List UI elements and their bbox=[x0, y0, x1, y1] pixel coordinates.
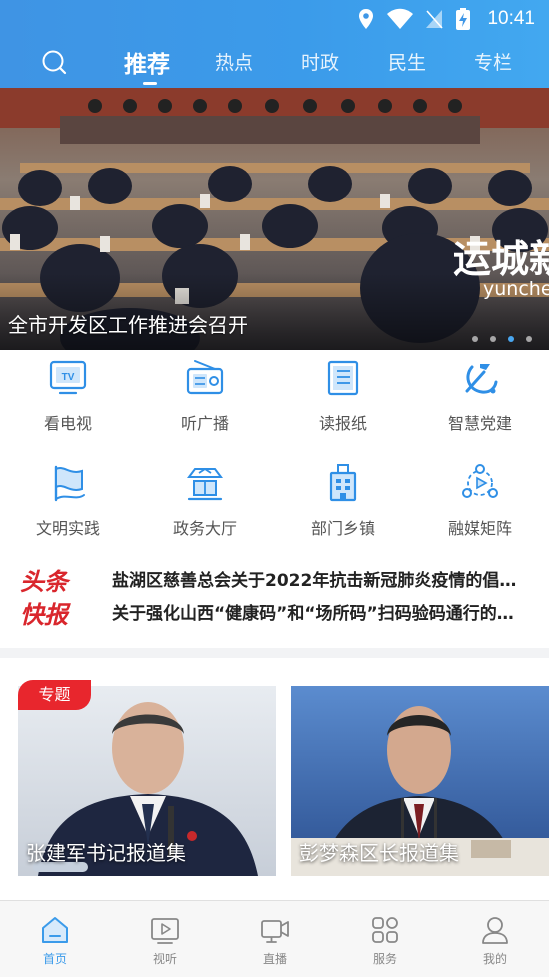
services-grid-icon bbox=[372, 917, 398, 943]
radio-icon bbox=[186, 360, 224, 395]
location-icon bbox=[359, 9, 373, 29]
home-icon bbox=[42, 917, 68, 943]
tab-hot[interactable]: 热点 bbox=[215, 48, 253, 75]
app-screen: 10:41 推荐 热点 时政 民生 专栏 运城新 yunche 全市开发区工作推… bbox=[0, 0, 549, 977]
card-title: 张建军书记报道集 bbox=[26, 841, 186, 865]
media-matrix-icon bbox=[462, 464, 498, 498]
bottom-navigation: 首页 视听 直播 服务 我的 bbox=[0, 900, 549, 977]
profile-icon bbox=[482, 917, 508, 944]
party-emblem-icon bbox=[465, 364, 498, 394]
search-icon bbox=[42, 50, 67, 75]
banner-carousel[interactable]: 运城新 yunche 全市开发区工作推进会召开 bbox=[0, 88, 549, 350]
service-tv[interactable]: TV 看电视 bbox=[4, 358, 124, 438]
nav-home[interactable]: 首页 bbox=[0, 901, 110, 977]
carousel-dot bbox=[526, 336, 532, 342]
top-header: 10:41 推荐 热点 时政 民生 专栏 bbox=[0, 0, 549, 88]
no-signal-icon bbox=[426, 10, 443, 29]
service-media-matrix[interactable]: 融媒矩阵 bbox=[416, 463, 536, 543]
topic-card[interactable]: 张建军书记报道集 bbox=[18, 686, 276, 876]
video-play-icon bbox=[151, 918, 179, 944]
service-government-hall[interactable]: 政务大厅 bbox=[141, 463, 261, 543]
nav-live[interactable]: 直播 bbox=[220, 901, 330, 977]
service-label: 政务大厅 bbox=[172, 519, 237, 538]
service-label: 融媒矩阵 bbox=[447, 519, 512, 538]
carousel-dot bbox=[472, 336, 478, 342]
service-label: 看电视 bbox=[43, 414, 92, 433]
section-divider bbox=[0, 648, 549, 658]
nav-label: 服务 bbox=[372, 952, 397, 966]
battery-charging-icon bbox=[456, 8, 470, 30]
svg-text:TV: TV bbox=[62, 372, 75, 383]
topic-badge: 专题 bbox=[18, 680, 91, 710]
tab-livelihood[interactable]: 民生 bbox=[388, 48, 426, 75]
tab-recommend[interactable]: 推荐 bbox=[124, 45, 170, 79]
service-label: 听广播 bbox=[180, 414, 229, 433]
nav-label: 视听 bbox=[152, 952, 177, 966]
search-button[interactable] bbox=[38, 48, 72, 78]
carousel-dot bbox=[490, 336, 496, 342]
active-tab-indicator bbox=[143, 82, 157, 85]
nav-label: 我的 bbox=[482, 952, 507, 966]
banner-caption: 全市开发区工作推进会召开 bbox=[8, 313, 248, 337]
service-label: 文明实践 bbox=[35, 519, 100, 538]
tab-column[interactable]: 专栏 bbox=[474, 48, 512, 75]
headlines-logo-top: 头条 bbox=[20, 568, 68, 596]
nav-label: 首页 bbox=[42, 952, 67, 966]
nav-services[interactable]: 服务 bbox=[330, 901, 440, 977]
nav-profile[interactable]: 我的 bbox=[440, 901, 549, 977]
flag-icon bbox=[54, 465, 85, 502]
headlines-logo-bottom: 快报 bbox=[20, 601, 68, 629]
topic-card[interactable]: 彭梦森区长报道集 bbox=[291, 686, 549, 876]
status-time: 10:41 bbox=[487, 8, 535, 29]
headline-item[interactable]: 盐湖区慈善总会关于2022年抗击新冠肺炎疫情的倡议书 bbox=[112, 566, 530, 591]
government-hall-icon bbox=[187, 467, 223, 501]
nav-label: 直播 bbox=[262, 952, 287, 966]
banner-watermark: 运城新 bbox=[453, 237, 549, 281]
headlines-logo: 头条 快报 bbox=[20, 562, 90, 629]
service-label: 部门乡镇 bbox=[310, 519, 375, 538]
status-bar: 10:41 bbox=[0, 0, 549, 38]
service-radio[interactable]: 听广播 bbox=[141, 358, 261, 438]
headline-item[interactable]: 关于强化山西“健康码”和“场所码”扫码验码通行的通告 bbox=[112, 599, 530, 624]
tv-icon: TV bbox=[49, 360, 87, 395]
building-icon bbox=[329, 464, 357, 502]
service-party[interactable]: 智慧党建 bbox=[416, 358, 536, 438]
wifi-icon bbox=[387, 8, 413, 29]
service-newspaper[interactable]: 读报纸 bbox=[279, 358, 399, 438]
carousel-dot-active bbox=[508, 336, 514, 342]
card-title: 彭梦森区长报道集 bbox=[299, 841, 459, 865]
nav-video[interactable]: 视听 bbox=[110, 901, 220, 977]
tab-politics[interactable]: 时政 bbox=[301, 48, 339, 75]
live-camera-icon bbox=[261, 920, 289, 943]
newspaper-icon bbox=[327, 360, 359, 396]
service-civilization[interactable]: 文明实践 bbox=[4, 463, 124, 543]
service-label: 读报纸 bbox=[318, 414, 367, 433]
service-label: 智慧党建 bbox=[447, 414, 512, 433]
service-departments[interactable]: 部门乡镇 bbox=[279, 463, 399, 543]
banner-watermark-sub: yunche bbox=[483, 278, 549, 300]
